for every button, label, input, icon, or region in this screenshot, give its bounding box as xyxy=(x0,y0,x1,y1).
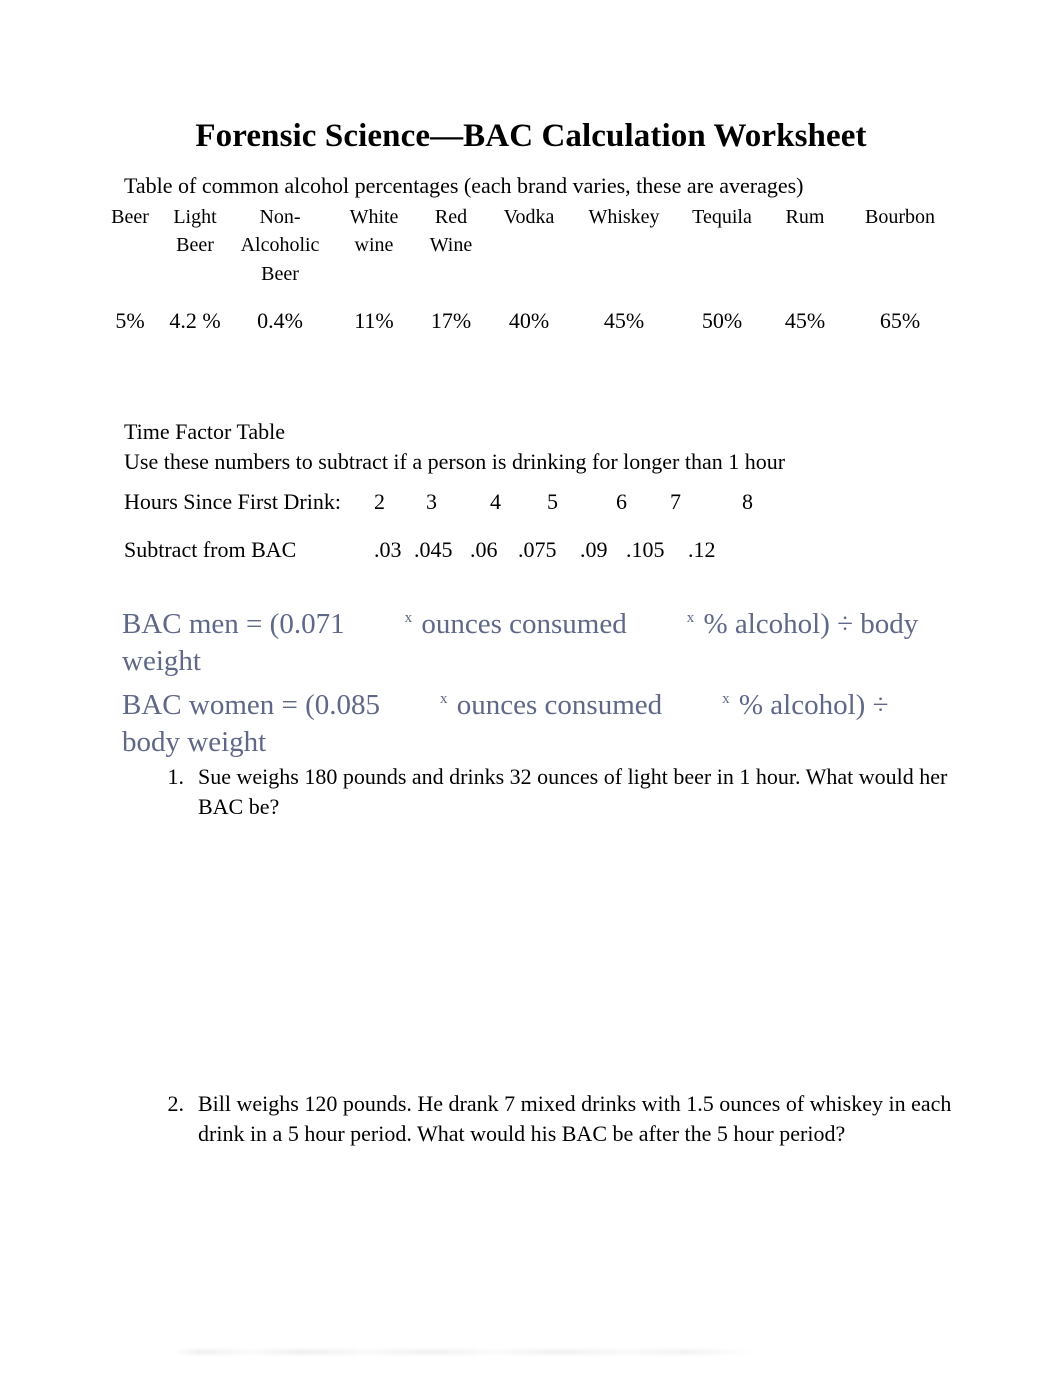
hours-cell: 5 xyxy=(547,489,558,514)
hours-cell: 3 xyxy=(426,489,437,514)
hours-cell: 4 xyxy=(490,489,501,514)
alcohol-value-cell: 11% xyxy=(354,308,394,333)
multiplication-symbol: x xyxy=(440,691,448,708)
page-bottom-artifact xyxy=(175,1349,755,1355)
bac-women-prefix: BAC women = (0.085 xyxy=(122,689,381,721)
hours-cell: 7 xyxy=(670,489,681,514)
bac-women-middle: ounces consumed xyxy=(456,689,663,721)
bac-formula-women: BAC women = (0.085 x ounces consumed x % a… xyxy=(122,687,922,761)
alcohol-header-cell: Beer xyxy=(111,206,149,228)
alcohol-value-cell: 65% xyxy=(879,308,921,333)
alcohol-header-cell: Non-Alcoholic Beer xyxy=(240,206,320,285)
subtract-cell: .03 xyxy=(374,537,402,562)
table-row-headers: Beer Light Beer Non-Alcoholic Beer White… xyxy=(98,203,958,299)
table-row-values: 5% 4.2 % 0.4% 11% 17% 40% 45% 50% 45% 65… xyxy=(98,299,958,336)
question-text: Sue weighs 180 pounds and drinks 32 ounc… xyxy=(198,764,948,819)
time-factor-table-subtitle: Use these numbers to subtract if a perso… xyxy=(124,449,786,474)
question-number: 1. xyxy=(167,764,185,789)
alcohol-header-cell: Rum xyxy=(785,206,825,228)
multiplication-symbol: x xyxy=(404,610,413,627)
multiplication-symbol: x xyxy=(686,610,695,627)
hours-since-first-drink-label: Hours Since First Drink: xyxy=(124,489,341,514)
alcohol-header-cell: Light Beer xyxy=(173,206,217,257)
subtract-cell: .045 xyxy=(414,537,453,562)
alcohol-header-cell: Bourbon xyxy=(865,206,935,228)
time-factor-subtract-row: Subtract from BAC .03 .045 .06 .075 .09 .105 .1… xyxy=(124,537,728,563)
alcohol-value-cell: 40% xyxy=(508,308,550,333)
alcohol-header-cell: White wine xyxy=(349,206,399,257)
time-factor-hours-row: Hours Since First Drink: 2 3 4 5 6 7 8 xyxy=(124,489,782,515)
bac-formula-men: BAC men = (0.071 x ounces consumed x % alc… xyxy=(122,606,922,680)
alcohol-value-cell: 4.2 % xyxy=(169,308,221,333)
page-title: Forensic Science—BAC Calculation Workshe… xyxy=(195,118,867,155)
hours-cell: 6 xyxy=(616,489,627,514)
question-text: Bill weighs 120 pounds. He drank 7 mixed… xyxy=(198,1091,952,1146)
time-factor-table-title: Time Factor Table xyxy=(124,419,286,444)
subtract-cell: .105 xyxy=(626,537,665,562)
alcohol-table-caption: Table of common alcohol percentages (eac… xyxy=(124,173,804,198)
subtract-cell: .075 xyxy=(518,537,557,562)
alcohol-value-cell: 0.4% xyxy=(257,308,303,333)
alcohol-header-cell: Tequila xyxy=(692,206,752,228)
alcohol-header-cell: Vodka xyxy=(503,206,555,228)
bac-men-middle: ounces consumed xyxy=(421,608,627,640)
alcohol-value-cell: 5% xyxy=(115,308,145,333)
alcohol-value-cell: 50% xyxy=(701,308,743,333)
hours-cell: 2 xyxy=(374,489,385,514)
bac-men-prefix: BAC men = (0.071 xyxy=(122,608,345,640)
multiplication-symbol: x xyxy=(722,691,730,708)
question-item: 2. Bill weighs 120 pounds. He drank 7 mi… xyxy=(152,1089,962,1149)
alcohol-value-cell: 45% xyxy=(603,308,645,333)
hours-cell: 8 xyxy=(742,489,753,514)
alcohol-percentage-table: Beer Light Beer Non-Alcoholic Beer White… xyxy=(98,203,958,336)
subtract-cell: .09 xyxy=(580,537,608,562)
worksheet-page: Forensic Science—BAC Calculation Workshe… xyxy=(0,0,1062,1377)
subtract-cell: .12 xyxy=(688,537,716,562)
alcohol-header-cell: Whiskey xyxy=(588,206,660,228)
alcohol-value-cell: 45% xyxy=(784,308,826,333)
question-number: 2. xyxy=(167,1091,185,1116)
alcohol-value-cell: 17% xyxy=(430,308,472,333)
question-item: 1. Sue weighs 180 pounds and drinks 32 o… xyxy=(152,762,952,822)
subtract-from-bac-label: Subtract from BAC xyxy=(124,537,297,562)
subtract-cell: .06 xyxy=(470,537,498,562)
alcohol-header-cell: Red Wine xyxy=(429,206,473,257)
